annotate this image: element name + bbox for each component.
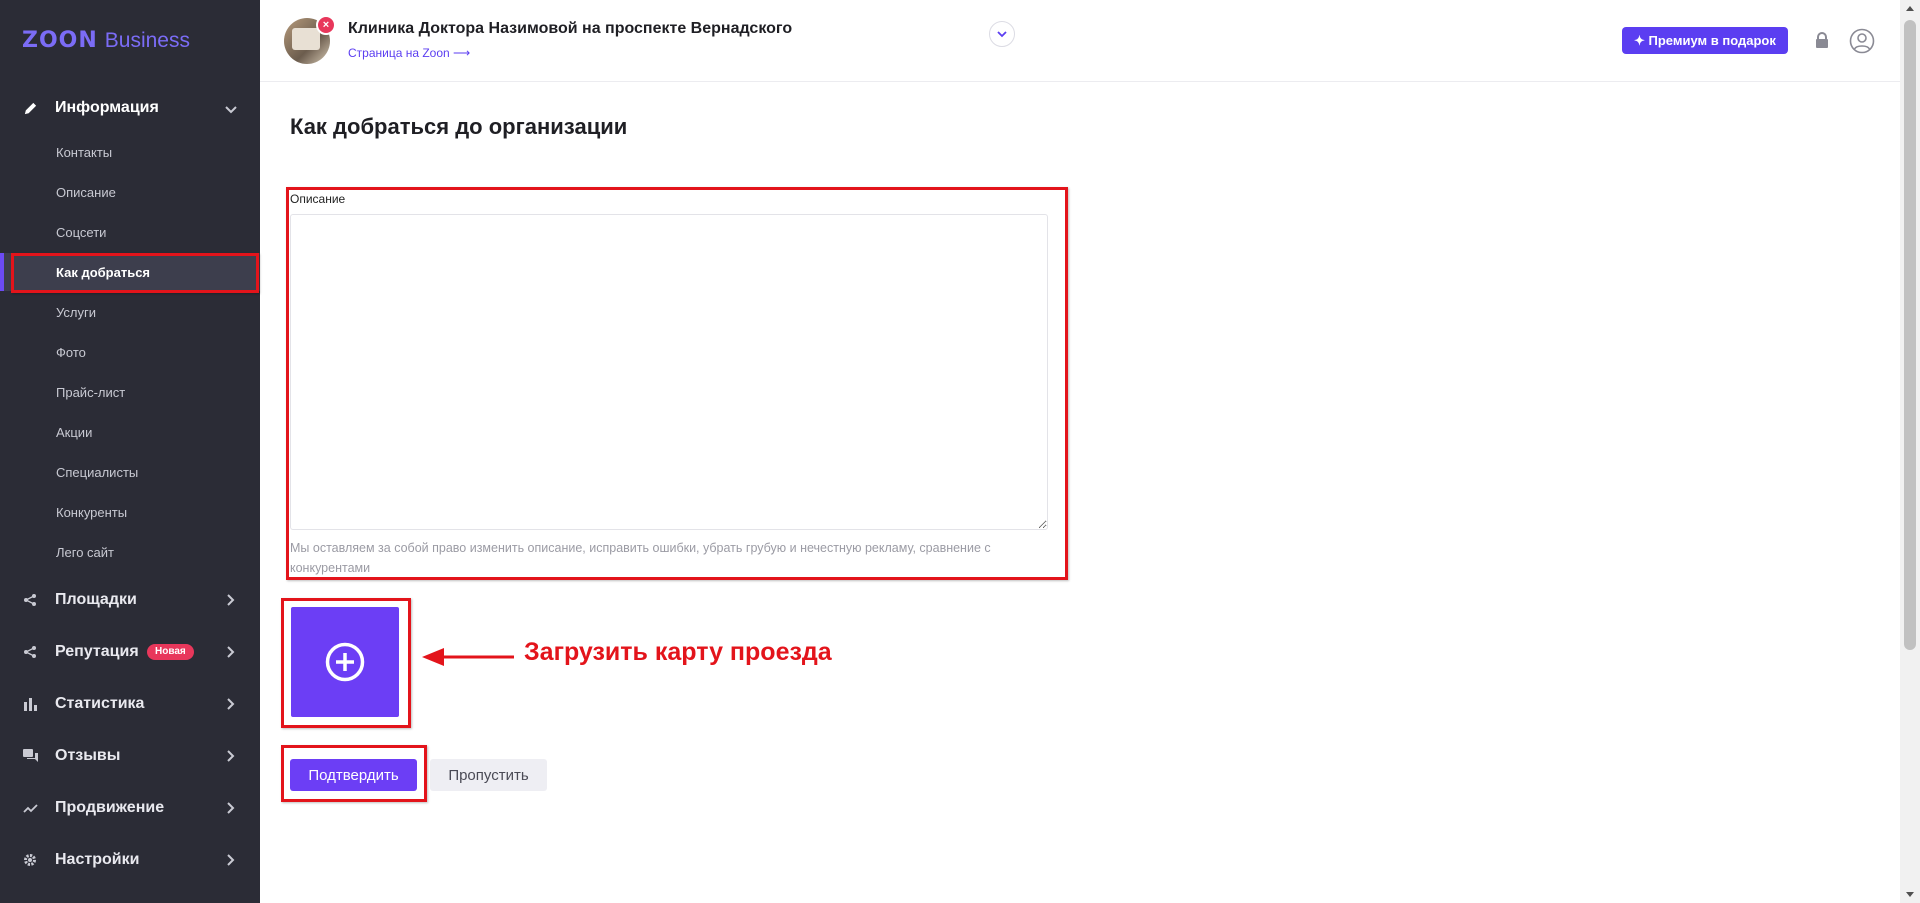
- sidebar-item-promotions[interactable]: Акции: [0, 413, 260, 451]
- zoon-page-link[interactable]: Страница на Zoon ⟶: [348, 46, 470, 60]
- chevron-right-icon: [224, 697, 238, 711]
- pencil-icon: [22, 100, 38, 116]
- org-dropdown-button[interactable]: [989, 21, 1015, 47]
- sidebar-item-socials[interactable]: Соцсети: [0, 213, 260, 251]
- chevron-down-icon: [224, 101, 238, 115]
- top-header: × Клиника Доктора Назимовой на проспекте…: [260, 0, 1900, 82]
- confirm-button[interactable]: Подтвердить: [290, 759, 417, 791]
- sidebar-section-promotion[interactable]: Продвижение: [0, 788, 260, 828]
- sidebar-item-label: Соцсети: [56, 224, 107, 240]
- annotation-arrow-icon: [422, 648, 514, 666]
- premium-gift-button[interactable]: ✦ Премиум в подарок: [1622, 27, 1788, 54]
- sidebar-item-label: Услуги: [56, 304, 96, 320]
- sidebar-item-services[interactable]: Услуги: [0, 293, 260, 331]
- description-hint: Мы оставляем за собой право изменить опи…: [290, 541, 991, 575]
- annotation-text: Загрузить карту проезда: [524, 638, 832, 666]
- scroll-up-arrow-icon[interactable]: [1906, 6, 1914, 11]
- sidebar-section-label: Статистика: [55, 695, 145, 712]
- logo-zoon-text: ZOON: [22, 28, 98, 53]
- new-badge: Новая: [147, 644, 194, 660]
- share-icon: [22, 592, 38, 608]
- sidebar-item-label: Описание: [56, 184, 116, 200]
- premium-label: Премиум в подарок: [1648, 33, 1776, 48]
- sidebar-item-label: Прайс-лист: [56, 384, 126, 400]
- sidebar-section-label: Настройки: [55, 851, 140, 868]
- sidebar-item-price-list[interactable]: Прайс-лист: [0, 373, 260, 411]
- skip-button[interactable]: Пропустить: [430, 759, 547, 791]
- chevron-right-icon: [224, 645, 238, 659]
- sidebar: ZOON Business Информация Контакты Описан…: [0, 0, 260, 903]
- sidebar-section-label: Площадки: [55, 591, 137, 608]
- sidebar-item-label: Фото: [56, 344, 86, 360]
- sidebar-item-label: Специалисты: [56, 464, 139, 480]
- page-title: Как добраться до организации: [290, 114, 628, 139]
- chevron-right-icon: [224, 593, 238, 607]
- upload-map-button[interactable]: [291, 607, 399, 717]
- chevron-right-icon: [224, 853, 238, 867]
- sidebar-item-label: Лего сайт: [56, 544, 115, 560]
- sidebar-item-directions[interactable]: Как добраться: [0, 253, 260, 291]
- sidebar-item-label: Как добраться: [56, 264, 151, 280]
- gear-icon: [22, 852, 38, 868]
- sidebar-item-contacts[interactable]: Контакты: [0, 133, 260, 171]
- sparkle-icon: ✦: [1634, 33, 1649, 48]
- description-label: Описание: [290, 192, 346, 206]
- sidebar-section-reputation[interactable]: Репутация Новая: [0, 632, 260, 672]
- sidebar-section-label: Репутация: [55, 643, 139, 660]
- sidebar-item-label: Контакты: [56, 144, 113, 160]
- sidebar-item-label: Конкуренты: [56, 504, 128, 520]
- user-profile-icon[interactable]: [1849, 28, 1875, 54]
- close-icon[interactable]: ×: [316, 15, 336, 35]
- description-textarea[interactable]: [290, 214, 1048, 530]
- logo-business-text: Business: [104, 29, 190, 52]
- sidebar-section-statistics[interactable]: Статистика: [0, 684, 260, 724]
- scroll-down-arrow-icon[interactable]: [1906, 892, 1914, 897]
- scrollbar-thumb[interactable]: [1904, 20, 1916, 650]
- sidebar-section-label: Информация: [55, 99, 159, 116]
- sidebar-item-description[interactable]: Описание: [0, 173, 260, 211]
- sidebar-section-label: Продвижение: [55, 799, 165, 816]
- trend-icon: [22, 800, 38, 816]
- active-indicator: [0, 253, 4, 291]
- sidebar-section-label: Отзывы: [55, 747, 121, 764]
- sidebar-item-label: Акции: [56, 424, 93, 440]
- sidebar-section-settings[interactable]: Настройки: [0, 840, 260, 880]
- sidebar-item-specialists[interactable]: Специалисты: [0, 453, 260, 491]
- chevron-right-icon: [224, 749, 238, 763]
- chevron-right-icon: [224, 801, 238, 815]
- plus-circle-icon: [325, 642, 365, 682]
- org-title: Клиника Доктора Назимовой на проспекте В…: [348, 20, 793, 37]
- chevron-down-icon: [997, 31, 1007, 38]
- sidebar-section-platforms[interactable]: Площадки: [0, 580, 260, 620]
- sidebar-section-info[interactable]: Информация: [0, 88, 260, 128]
- sidebar-item-competitors[interactable]: Конкуренты: [0, 493, 260, 531]
- page-scrollbar[interactable]: [1900, 0, 1920, 903]
- avatar-image: [292, 28, 320, 50]
- lock-icon[interactable]: [1815, 32, 1829, 48]
- chat-icon: [22, 748, 38, 764]
- share-icon: [22, 644, 38, 660]
- sidebar-item-photos[interactable]: Фото: [0, 333, 260, 371]
- sidebar-section-reviews[interactable]: Отзывы: [0, 736, 260, 776]
- sidebar-item-lego-site[interactable]: Лего сайт: [0, 533, 260, 571]
- zoon-business-logo[interactable]: ZOON Business: [22, 28, 190, 58]
- bar-chart-icon: [22, 696, 38, 712]
